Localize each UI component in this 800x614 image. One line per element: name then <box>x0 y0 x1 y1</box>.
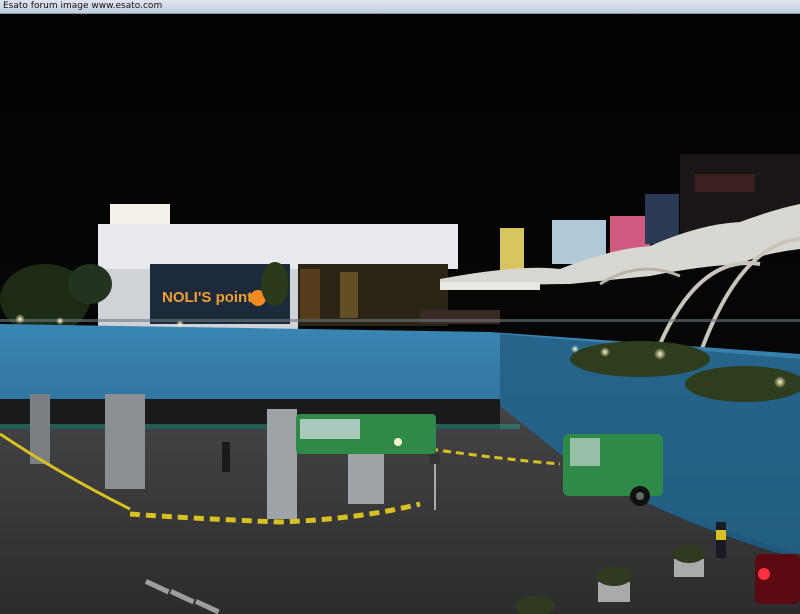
watermark-bar: Esato forum image www.esato.com <box>0 0 800 14</box>
lamp-post <box>434 462 436 510</box>
billboard-left <box>110 204 170 226</box>
night-plaza-photo: NOLI'S point <box>0 14 800 614</box>
deck-railing <box>0 319 800 322</box>
store-sign: NOLI'S point <box>162 289 252 306</box>
main-building-roof <box>98 224 458 269</box>
pillar-1 <box>267 409 297 519</box>
planter-lights <box>570 341 710 377</box>
billboard-vertical <box>500 228 524 270</box>
pillar-3 <box>105 394 145 489</box>
image-frame: Esato forum image www.esato.com NOLI'S p… <box>0 0 800 614</box>
watermark-text: Esato forum image www.esato.com <box>3 1 163 11</box>
